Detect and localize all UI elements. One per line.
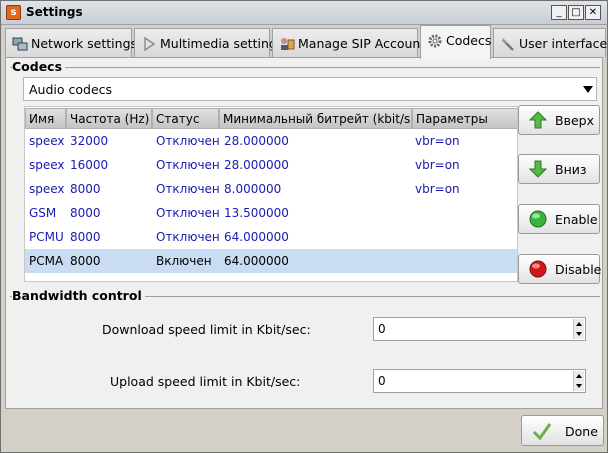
codec-type-select[interactable]: Audio codecs bbox=[23, 77, 597, 101]
tab-label: User interface bbox=[519, 36, 608, 51]
accounts-icon bbox=[279, 36, 295, 52]
done-label: Done bbox=[565, 424, 598, 439]
move-up-label: Вверх bbox=[555, 113, 594, 128]
green-circle-icon bbox=[529, 210, 547, 228]
move-down-button[interactable]: Вниз bbox=[518, 154, 600, 184]
codecs-table: Имя Частота (Hz) Статус Минимальный битр… bbox=[24, 106, 518, 282]
table-header: Имя Частота (Hz) Статус Минимальный битр… bbox=[25, 107, 517, 129]
cell-name: GSM bbox=[29, 206, 57, 220]
download-limit-spinbox[interactable]: 0 bbox=[373, 317, 586, 341]
enable-button[interactable]: Enable bbox=[518, 204, 600, 234]
cell-params: vbr=on bbox=[415, 182, 460, 196]
network-settings-icon bbox=[12, 36, 28, 52]
table-row[interactable]: speex 8000 Отключен 8.000000 vbr=on bbox=[25, 177, 517, 201]
cell-frequency: 8000 bbox=[70, 182, 101, 196]
cell-name: speex bbox=[29, 134, 65, 148]
cell-status: Отключен bbox=[156, 230, 220, 244]
arrow-down-icon bbox=[528, 160, 548, 178]
spin-up-button[interactable] bbox=[573, 371, 584, 381]
cell-status: Отключен bbox=[156, 182, 220, 196]
spin-up-button[interactable] bbox=[573, 319, 584, 329]
disable-label: Disable bbox=[555, 262, 602, 277]
cell-status: Отключен bbox=[156, 206, 220, 220]
cell-bitrate: 64.000000 bbox=[224, 230, 289, 244]
column-header-name[interactable]: Имя bbox=[25, 108, 66, 129]
download-limit-value: 0 bbox=[378, 322, 386, 336]
tab-label: Multimedia settings bbox=[160, 36, 284, 51]
play-icon bbox=[141, 36, 157, 52]
chevron-down-icon bbox=[583, 86, 593, 93]
column-header-status[interactable]: Статус bbox=[152, 108, 219, 129]
red-circle-icon bbox=[529, 260, 547, 278]
arrow-up-icon bbox=[528, 111, 548, 129]
cell-bitrate: 28.000000 bbox=[224, 158, 289, 172]
cell-name: PCMA bbox=[29, 254, 64, 268]
tab-label: Codecs bbox=[446, 33, 492, 48]
cell-params: vbr=on bbox=[415, 134, 460, 148]
download-limit-label: Download speed limit in Kbit/sec: bbox=[102, 322, 311, 337]
user-interface-icon bbox=[500, 36, 516, 52]
tab-manage-sip-accounts[interactable]: Manage SIP Accounts bbox=[272, 28, 432, 58]
codecs-group-title: Codecs bbox=[12, 59, 66, 74]
codec-type-value: Audio codecs bbox=[29, 82, 113, 97]
cell-frequency: 8000 bbox=[70, 206, 101, 220]
upload-limit-spinbox[interactable]: 0 bbox=[373, 369, 586, 393]
cell-frequency: 16000 bbox=[70, 158, 109, 172]
tab-multimedia-settings[interactable]: Multimedia settings bbox=[134, 28, 283, 58]
cell-name: speex bbox=[29, 158, 65, 172]
cell-bitrate: 13.500000 bbox=[224, 206, 289, 220]
table-row-selected[interactable]: PCMA 8000 Включен 64.000000 bbox=[25, 249, 517, 273]
cell-name: speex bbox=[29, 182, 65, 196]
tab-user-interface[interactable]: User interface bbox=[493, 28, 608, 58]
cell-status: Отключен bbox=[156, 134, 220, 148]
cell-params: vbr=on bbox=[415, 158, 460, 172]
bandwidth-group-title: Bandwidth control bbox=[12, 288, 145, 303]
table-row[interactable]: speex 32000 Отключен 28.000000 vbr=on bbox=[25, 129, 517, 153]
cell-status: Включен bbox=[156, 254, 212, 268]
table-row[interactable]: speex 16000 Отключен 28.000000 vbr=on bbox=[25, 153, 517, 177]
done-button[interactable]: Done bbox=[521, 415, 604, 446]
move-up-button[interactable]: Вверх bbox=[518, 105, 600, 135]
maximize-button[interactable]: □ bbox=[568, 5, 584, 20]
enable-label: Enable bbox=[555, 212, 598, 227]
checkmark-icon bbox=[532, 421, 552, 441]
tab-label: Network settings bbox=[31, 36, 138, 51]
close-button[interactable]: ✕ bbox=[585, 5, 601, 20]
column-header-frequency[interactable]: Частота (Hz) bbox=[66, 108, 152, 129]
cell-frequency: 8000 bbox=[70, 230, 101, 244]
cell-frequency: 32000 bbox=[70, 134, 109, 148]
column-header-min-bitrate[interactable]: Минимальный битрейт (kbit/s) bbox=[219, 108, 412, 129]
codecs-panel: Codecs Audio codecs Имя Частота (Hz) Ста… bbox=[5, 57, 603, 409]
cell-status: Отключен bbox=[156, 158, 220, 172]
app-icon: s bbox=[6, 5, 21, 20]
tab-bar: Network settings Multimedia settings Man… bbox=[1, 25, 608, 59]
move-down-label: Вниз bbox=[555, 162, 587, 177]
tab-label: Manage SIP Accounts bbox=[298, 36, 432, 51]
codecs-group-line bbox=[10, 67, 600, 68]
cell-bitrate: 28.000000 bbox=[224, 134, 289, 148]
upload-limit-label: Upload speed limit in Kbit/sec: bbox=[110, 374, 301, 389]
column-header-parameters[interactable]: Параметры bbox=[412, 108, 517, 129]
settings-window: s Settings _ □ ✕ Network settings Multim… bbox=[0, 0, 608, 453]
cell-bitrate: 64.000000 bbox=[224, 254, 289, 268]
spin-down-button[interactable] bbox=[573, 329, 584, 339]
minimize-button[interactable]: _ bbox=[551, 5, 567, 20]
disable-button[interactable]: Disable bbox=[518, 254, 602, 284]
table-row[interactable]: PCMU 8000 Отключен 64.000000 bbox=[25, 225, 517, 249]
window-title: Settings bbox=[26, 5, 83, 19]
cell-bitrate: 8.000000 bbox=[224, 182, 282, 196]
upload-limit-value: 0 bbox=[378, 374, 386, 388]
cell-name: PCMU bbox=[29, 230, 64, 244]
gear-icon bbox=[427, 33, 443, 49]
tab-codecs[interactable]: Codecs bbox=[420, 25, 491, 59]
title-bar[interactable]: s Settings _ □ ✕ bbox=[1, 1, 607, 25]
spin-down-button[interactable] bbox=[573, 381, 584, 391]
table-row[interactable]: GSM 8000 Отключен 13.500000 bbox=[25, 201, 517, 225]
tab-network-settings[interactable]: Network settings bbox=[5, 28, 137, 58]
cell-frequency: 8000 bbox=[70, 254, 101, 268]
